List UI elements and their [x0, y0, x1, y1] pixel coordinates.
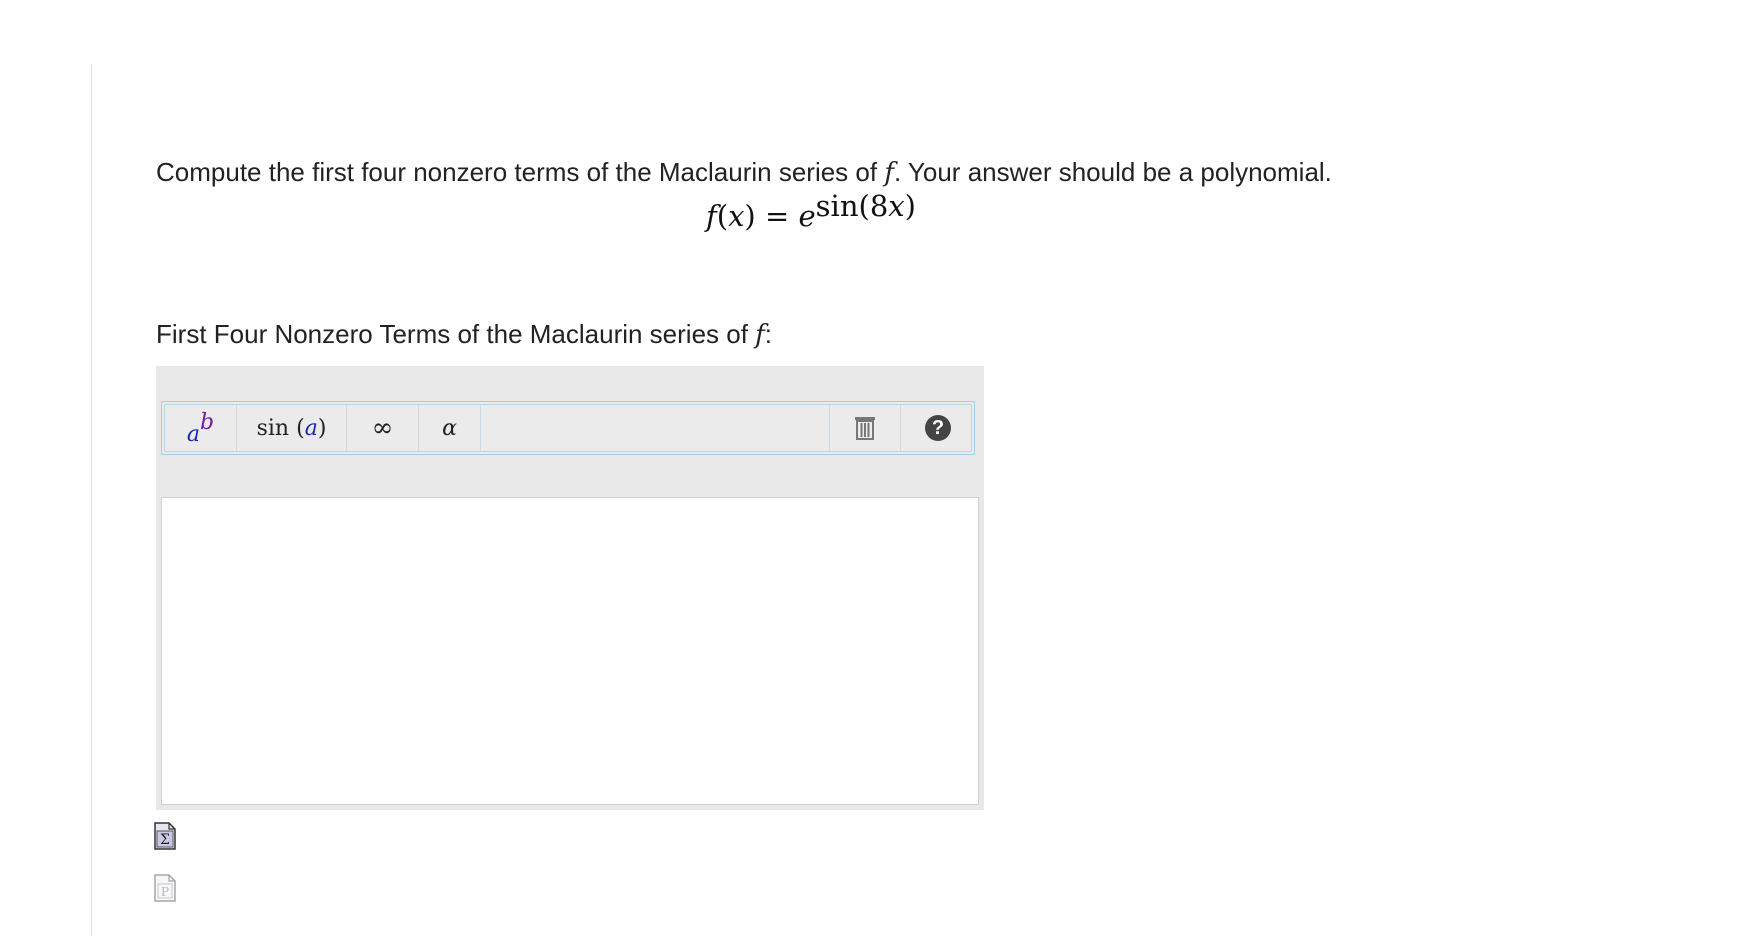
answer-label-variable: f — [755, 320, 765, 350]
toolbar-button-group: ab sin (a) ∞ α ? — [164, 404, 972, 452]
formula-open-paren: ( — [716, 199, 729, 233]
exponent-button-power: b — [200, 409, 215, 435]
prompt-text-after: . Your answer should be a polynomial. — [893, 157, 1332, 187]
sin-button-close: ) — [317, 415, 327, 441]
trash-icon — [855, 417, 875, 440]
exponent-variable: x — [888, 189, 905, 223]
clear-button[interactable] — [829, 405, 901, 451]
svg-text:P: P — [161, 885, 169, 899]
equation-file-icon[interactable]: Σ — [154, 822, 176, 850]
infinity-symbol: ∞ — [371, 413, 394, 443]
help-icon: ? — [925, 415, 951, 441]
svg-text:Σ: Σ — [160, 832, 170, 848]
sin-function-button[interactable]: sin (a) — [237, 405, 347, 451]
formula-equals: = — [755, 199, 799, 233]
formula-function-name: f — [706, 199, 717, 233]
sin-button-func: sin — [256, 415, 297, 441]
formula-exponent: sin(8x) — [816, 189, 916, 223]
answer-label-colon: : — [764, 319, 773, 349]
function-formula: f(x) = esin(8x) — [706, 189, 916, 236]
exponent-button[interactable]: ab — [165, 405, 237, 451]
sin-button-arg: a — [304, 415, 318, 441]
exponent-close: ) — [904, 189, 916, 223]
infinity-button[interactable]: ∞ — [347, 405, 419, 451]
alpha-symbol: α — [442, 415, 457, 441]
exponent-open: (8 — [858, 189, 889, 223]
question-prompt: Compute the first four nonzero terms of … — [156, 154, 1332, 191]
prompt-text-before: Compute the first four nonzero terms of … — [156, 157, 885, 187]
editor-toolbar: ab sin (a) ∞ α ? — [161, 401, 975, 455]
exponent-function: sin — [815, 189, 859, 223]
page: Compute the first four nonzero terms of … — [0, 0, 1742, 936]
answer-label: First Four Nonzero Terms of the Maclauri… — [156, 316, 772, 353]
sin-button-open: ( — [296, 415, 305, 441]
prompt-variable: f — [884, 158, 894, 188]
preview-file-icon[interactable]: P — [154, 874, 176, 902]
math-editor: ab sin (a) ∞ α ? — [156, 366, 984, 810]
formula-close-paren: ) — [744, 199, 756, 233]
left-divider — [91, 64, 92, 936]
formula-variable: x — [728, 199, 745, 233]
greek-letters-button[interactable]: α — [419, 405, 481, 451]
answer-input[interactable] — [161, 497, 979, 805]
help-button[interactable]: ? — [901, 405, 975, 451]
answer-label-text: First Four Nonzero Terms of the Maclauri… — [156, 319, 756, 349]
formula-base: e — [798, 199, 816, 233]
exponent-button-base: a — [186, 421, 201, 447]
